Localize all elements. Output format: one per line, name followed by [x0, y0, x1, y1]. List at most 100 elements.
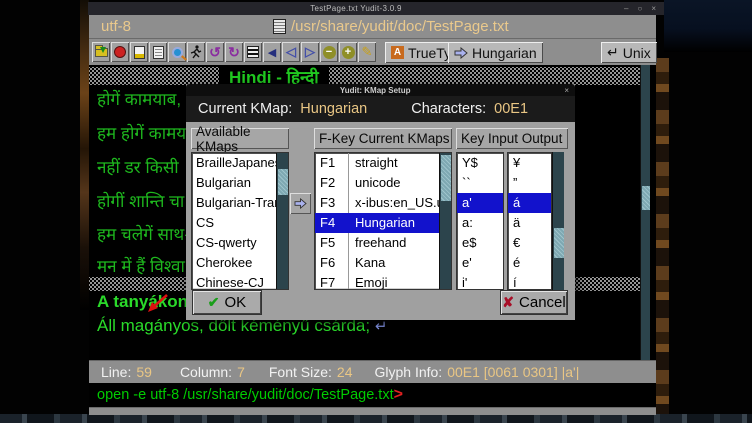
glyph-info-label: Glyph Info: [374, 364, 442, 380]
editor-scrollbar[interactable] [640, 65, 650, 360]
scrollbar-thumb[interactable] [554, 228, 564, 258]
current-kmap-value: Hungarian [300, 101, 367, 117]
text-line: हम होगें कामय [97, 121, 186, 144]
key-input-cell[interactable]: a: [457, 213, 503, 233]
record-icon[interactable] [111, 42, 129, 62]
redo-icon[interactable]: ↻ [225, 42, 243, 62]
available-kmaps-list[interactable]: BrailleJapanes Bulgarian Bulgarian-Tran … [191, 152, 289, 290]
font-size-label: Font Size: [269, 364, 332, 380]
x-icon: ✘ [502, 294, 514, 311]
open-file-icon[interactable] [92, 42, 110, 62]
key-input-column[interactable]: Y$ `` a' a: e$ e' i' [456, 152, 504, 290]
running-man-glyph [190, 45, 202, 59]
line-label: Line: [101, 364, 131, 380]
fkey-row[interactable]: F7Emoji [315, 273, 439, 289]
list-item[interactable]: BrailleJapanes [192, 153, 276, 173]
kmap-setup-dialog: Yudit: KMap Setup × Current KMap: Hungar… [186, 84, 575, 320]
key-input-output-list[interactable]: Y$ `` a' a: e$ e' i' ¥ ” á ä € é í [456, 152, 568, 290]
wallpaper-sliver-topright [664, 0, 752, 52]
key-output-cell[interactable]: ä [508, 213, 551, 233]
kmap-arrow-icon [454, 47, 468, 59]
magnifier-icon [172, 47, 183, 58]
lineend-button-label: Unix [623, 45, 651, 61]
editor-scrollbar-thumb[interactable] [642, 186, 650, 210]
first-page-icon[interactable]: ◀ [263, 42, 281, 62]
window-title: TestPage.txt Yudit-3.0.9 [88, 4, 624, 13]
fkey-kmaps-list[interactable]: F1straight F2unicode F3x-ibus:en_US.u F4… [314, 152, 452, 290]
dotted-separator [89, 67, 640, 85]
text-direction-icon[interactable] [244, 42, 262, 62]
undo-icon[interactable]: ↺ [206, 42, 224, 62]
lineend-button[interactable]: ↵ Unix [601, 42, 657, 63]
ok-button-label: OK [225, 294, 247, 311]
maximize-button[interactable]: ○ [637, 4, 642, 13]
assign-kmap-button[interactable] [290, 193, 311, 214]
kmap-cell: x-ibus:en_US.u [349, 193, 439, 213]
prev-page-icon[interactable]: ◁ [282, 42, 300, 62]
key-input-cell[interactable]: e' [457, 253, 503, 273]
scrollbar-thumb[interactable] [441, 155, 451, 201]
ok-button[interactable]: ✔ OK [192, 290, 262, 315]
fkey-cell: F4 [315, 213, 349, 233]
command-input[interactable]: open -e utf-8 /usr/share/yudit/doc/TestP… [89, 383, 656, 407]
fkey-row[interactable]: F5freehand [315, 233, 439, 253]
key-output-cell-selected[interactable]: á [508, 193, 551, 213]
window-titlebar[interactable]: TestPage.txt Yudit-3.0.9 – ○ × [88, 2, 664, 15]
list-item[interactable]: Bulgarian-Tran [192, 193, 276, 213]
fkey-row-selected[interactable]: F4Hungarian [315, 213, 439, 233]
text-line: होगें कामयाब, [97, 87, 181, 110]
list-item[interactable]: CS [192, 213, 276, 233]
key-output-cell[interactable]: ” [508, 173, 551, 193]
key-input-cell[interactable]: e$ [457, 233, 503, 253]
key-input-cell[interactable]: Y$ [457, 153, 503, 173]
scrollbar-thumb[interactable] [278, 169, 288, 195]
available-kmaps-header: Available KMaps [191, 128, 289, 149]
key-output-cell[interactable]: í [508, 273, 551, 290]
list-item[interactable]: Cherokee [192, 253, 276, 273]
edit-pencil-icon[interactable]: ✎ [358, 42, 376, 62]
zoom-out-icon[interactable]: − [320, 42, 338, 62]
close-button[interactable]: × [651, 4, 656, 13]
key-output-column[interactable]: ¥ ” á ä € é í [507, 152, 552, 290]
fkey-cell: F7 [315, 273, 349, 289]
key-output-cell[interactable]: ¥ [508, 153, 551, 173]
fkey-row[interactable]: F2unicode [315, 173, 439, 193]
list-item[interactable]: CS-qwerty [192, 233, 276, 253]
keymap-scrollbar[interactable] [552, 152, 564, 290]
fkey-row[interactable]: F3x-ibus:en_US.u [315, 193, 439, 213]
key-input-cell-selected[interactable]: a' [457, 193, 503, 213]
cancel-button-label: Cancel [519, 294, 566, 311]
key-input-cell[interactable]: `` [457, 173, 503, 193]
key-output-cell[interactable]: é [508, 253, 551, 273]
right-arrow-icon [294, 198, 307, 209]
minimize-button[interactable]: – [624, 4, 628, 13]
font-a-icon: A [391, 46, 404, 59]
desktop: TestPage.txt Yudit-3.0.9 – ○ × utf-8 /us… [0, 0, 752, 423]
dialog-close-icon[interactable]: × [564, 86, 575, 95]
fkey-scrollbar[interactable] [439, 153, 451, 289]
save-icon[interactable] [130, 42, 148, 62]
fkey-row[interactable]: F1straight [315, 153, 439, 173]
kmap-cell: freehand [349, 233, 439, 253]
list-item[interactable]: Bulgarian [192, 173, 276, 193]
minus-circle-icon: − [323, 46, 336, 59]
next-page-icon[interactable]: ▷ [301, 42, 319, 62]
available-kmaps-scrollbar[interactable] [276, 153, 288, 289]
file-path: /usr/share/yudit/doc/TestPage.txt [291, 18, 509, 35]
status-bar: Line: 59 Column: 7 Font Size: 24 Glyph I… [89, 360, 656, 383]
dialog-titlebar[interactable]: Yudit: KMap Setup × [186, 84, 575, 96]
kmap-cell: Hungarian [349, 213, 439, 233]
goto-running-man-icon[interactable] [187, 42, 205, 62]
print-icon[interactable] [149, 42, 167, 62]
encoding-label[interactable]: utf-8 [101, 18, 131, 35]
search-icon[interactable] [168, 42, 186, 62]
kmap-button[interactable]: Hungarian [448, 42, 543, 63]
fkey-row[interactable]: F6Kana [315, 253, 439, 273]
key-input-cell[interactable]: i' [457, 273, 503, 290]
zoom-in-icon[interactable]: + [339, 42, 357, 62]
column-value: 7 [237, 364, 245, 380]
key-output-cell[interactable]: € [508, 233, 551, 253]
cancel-button[interactable]: ✘ Cancel [500, 290, 568, 315]
kmap-button-label: Hungarian [472, 45, 537, 61]
list-item[interactable]: Chinese-CJ [192, 273, 276, 289]
